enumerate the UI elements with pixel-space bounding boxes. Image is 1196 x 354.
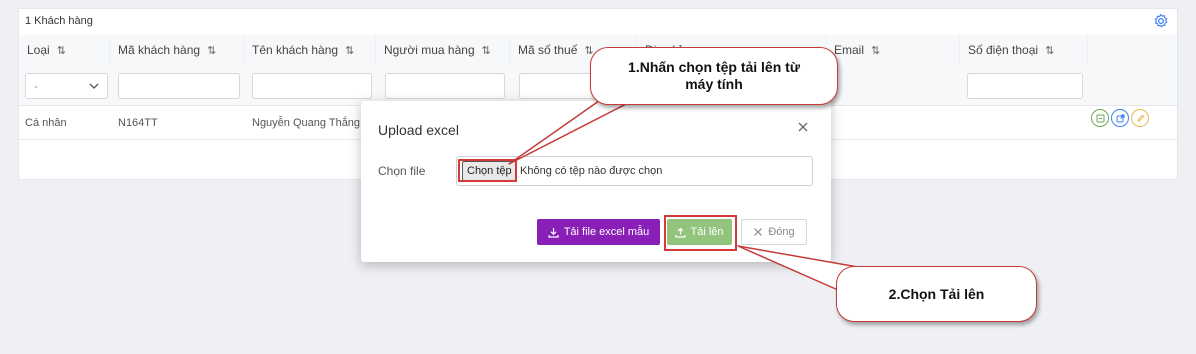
export-icon[interactable] [1111,109,1129,127]
choose-file-label: Chọn file [378,164,426,178]
sort-icon: ⇅ [481,44,491,57]
close-icon[interactable] [797,121,809,133]
view-icon[interactable] [1091,109,1109,127]
buyer-filter-input[interactable] [385,73,505,99]
highlight-choose-file [458,159,517,182]
sort-icon: ⇅ [584,44,593,57]
settings-gear-icon[interactable] [1153,13,1169,29]
close-x-icon [754,228,763,236]
column-header-email[interactable]: Email ⇅ [826,35,960,65]
download-template-button[interactable]: Tải file excel mẫu [537,219,660,245]
callout-step2: 2.Chọn Tải lên [836,266,1037,322]
highlight-upload-button [664,215,737,251]
sort-icon: ⇅ [1045,44,1054,57]
sort-icon: ⇅ [207,44,216,57]
chevron-down-icon [89,83,99,89]
edit-pencil-icon[interactable] [1131,109,1149,127]
column-header-customer-code[interactable]: Mã khách hàng ⇅ [110,35,244,65]
column-header-phone[interactable]: Số điện thoại ⇅ [960,35,1088,65]
column-header-customer-name[interactable]: Tên khách hàng ⇅ [244,35,376,65]
phone-filter-input[interactable] [967,73,1083,99]
type-filter-select[interactable]: - [25,73,108,99]
row-code-cell: N164TT [118,117,158,129]
sort-icon: ⇅ [56,44,66,57]
callout-step1: 1.Nhấn chọn tệp tải lên từ máy tính [590,47,838,105]
row-name-cell: Nguyễn Quang Thắng [252,117,361,129]
sort-icon: ⇅ [345,44,354,57]
no-file-text: Không có tệp nào được chọn [520,165,663,177]
customer-name-filter-input[interactable] [252,73,372,99]
upload-excel-dialog: Upload excel Chọn file Chọn tệp Không có… [361,101,831,262]
customer-count: 1 Khách hàng [25,15,93,27]
sort-icon: ⇅ [871,44,880,57]
download-icon [548,227,559,238]
dialog-title: Upload excel [378,122,459,138]
customer-code-filter-input[interactable] [118,73,240,99]
row-actions [1091,109,1149,127]
column-header-buyer[interactable]: Người mua hàng ⇅ [376,35,510,65]
close-button[interactable]: Đóng [741,219,807,245]
column-header-type[interactable]: Loại ⇅ [19,35,110,65]
row-type-cell: Cá nhân [25,117,67,129]
